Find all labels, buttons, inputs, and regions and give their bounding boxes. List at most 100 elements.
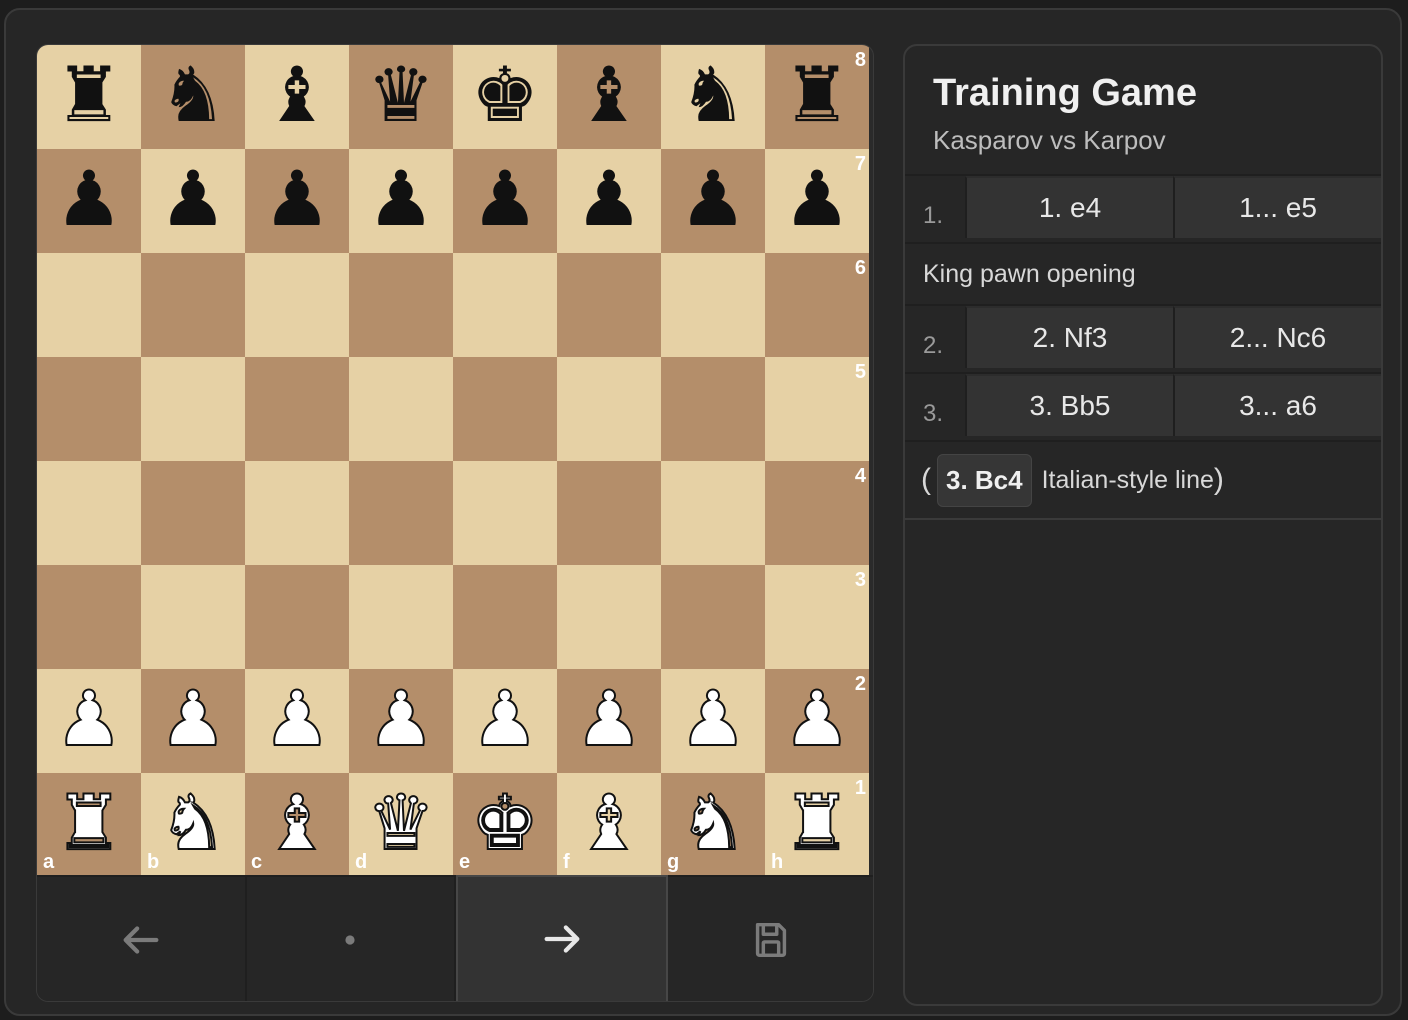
black-bishop-icon[interactable]: ♝	[575, 57, 643, 133]
black-pawn-icon[interactable]: ♟	[575, 161, 643, 237]
square-b2[interactable]: ♟	[141, 669, 245, 773]
square-b4[interactable]	[141, 461, 245, 565]
square-a4[interactable]	[37, 461, 141, 565]
square-h4[interactable]: 4	[765, 461, 869, 565]
white-move[interactable]: 2. Nf3	[965, 306, 1173, 368]
square-g7[interactable]: ♟	[661, 149, 765, 253]
square-a8[interactable]: ♜	[37, 45, 141, 149]
square-c3[interactable]	[245, 565, 349, 669]
square-h6[interactable]: 6	[765, 253, 869, 357]
black-king-icon[interactable]: ♚	[471, 57, 539, 133]
square-d5[interactable]	[349, 357, 453, 461]
square-g6[interactable]	[661, 253, 765, 357]
square-h2[interactable]: ♟ 2	[765, 669, 869, 773]
square-a3[interactable]	[37, 565, 141, 669]
square-b7[interactable]: ♟	[141, 149, 245, 253]
white-pawn-icon[interactable]: ♟	[158, 680, 228, 758]
square-g2[interactable]: ♟	[661, 669, 765, 773]
white-pawn-icon[interactable]: ♟	[678, 680, 748, 758]
square-f8[interactable]: ♝	[557, 45, 661, 149]
black-queen-icon[interactable]: ♛	[367, 57, 435, 133]
square-d7[interactable]: ♟	[349, 149, 453, 253]
square-h3[interactable]: 3	[765, 565, 869, 669]
square-b6[interactable]	[141, 253, 245, 357]
white-queen-icon[interactable]: ♛	[366, 784, 436, 862]
white-bishop-icon[interactable]: ♝	[574, 784, 644, 862]
white-pawn-icon[interactable]: ♟	[366, 680, 436, 758]
white-pawn-icon[interactable]: ♟	[54, 680, 124, 758]
square-b8[interactable]: ♞	[141, 45, 245, 149]
black-pawn-icon[interactable]: ♟	[263, 161, 331, 237]
black-pawn-icon[interactable]: ♟	[783, 161, 851, 237]
black-move[interactable]: 1... e5	[1173, 176, 1381, 238]
square-c2[interactable]: ♟	[245, 669, 349, 773]
start-position-button[interactable]	[246, 875, 456, 1001]
square-e6[interactable]	[453, 253, 557, 357]
square-h1[interactable]: ♜ 1 h	[765, 773, 869, 877]
square-c1[interactable]: ♝ c	[245, 773, 349, 877]
square-e3[interactable]	[453, 565, 557, 669]
white-king-icon[interactable]: ♚	[470, 784, 540, 862]
square-d6[interactable]	[349, 253, 453, 357]
white-pawn-icon[interactable]: ♟	[574, 680, 644, 758]
square-b5[interactable]	[141, 357, 245, 461]
square-a6[interactable]	[37, 253, 141, 357]
black-pawn-icon[interactable]: ♟	[367, 161, 435, 237]
square-f3[interactable]	[557, 565, 661, 669]
square-b1[interactable]: ♞ b	[141, 773, 245, 877]
black-pawn-icon[interactable]: ♟	[679, 161, 747, 237]
square-f7[interactable]: ♟	[557, 149, 661, 253]
square-f1[interactable]: ♝ f	[557, 773, 661, 877]
square-e4[interactable]	[453, 461, 557, 565]
white-knight-icon[interactable]: ♞	[678, 784, 748, 862]
square-e5[interactable]	[453, 357, 557, 461]
previous-move-button[interactable]	[37, 875, 247, 1001]
variation-move[interactable]: 3. Bc4	[937, 453, 1032, 507]
white-knight-icon[interactable]: ♞	[158, 784, 228, 862]
square-h5[interactable]: 5	[765, 357, 869, 461]
save-button[interactable]	[667, 875, 873, 1001]
black-rook-icon[interactable]: ♜	[55, 57, 123, 133]
square-f6[interactable]	[557, 253, 661, 357]
square-a7[interactable]: ♟	[37, 149, 141, 253]
square-g8[interactable]: ♞	[661, 45, 765, 149]
black-move[interactable]: 2... Nc6	[1173, 306, 1381, 368]
square-d2[interactable]: ♟	[349, 669, 453, 773]
black-bishop-icon[interactable]: ♝	[263, 57, 331, 133]
black-knight-icon[interactable]: ♞	[159, 57, 227, 133]
square-a5[interactable]	[37, 357, 141, 461]
square-f5[interactable]	[557, 357, 661, 461]
square-g3[interactable]	[661, 565, 765, 669]
white-rook-icon[interactable]: ♜	[54, 784, 124, 862]
white-move[interactable]: 1. e4	[965, 176, 1173, 238]
black-pawn-icon[interactable]: ♟	[471, 161, 539, 237]
square-e8[interactable]: ♚	[453, 45, 557, 149]
white-move[interactable]: 3. Bb5	[965, 374, 1173, 436]
square-e7[interactable]: ♟	[453, 149, 557, 253]
square-c5[interactable]	[245, 357, 349, 461]
square-f2[interactable]: ♟	[557, 669, 661, 773]
white-rook-icon[interactable]: ♜	[782, 784, 852, 862]
square-d4[interactable]	[349, 461, 453, 565]
black-knight-icon[interactable]: ♞	[679, 57, 747, 133]
square-h7[interactable]: ♟ 7	[765, 149, 869, 253]
chessboard[interactable]: ♜ ♞ ♝ ♛ ♚ ♝ ♞ ♜ 8 ♟ ♟ ♟ ♟ ♟ ♟ ♟ ♟ 7 6 5 4 3 ♟ ♟ ♟ ♟ ♟ ♟ ♟ ♟ 2 ♜ a ♞ b ♝ c ♛ d ♚…	[37, 45, 869, 877]
square-e2[interactable]: ♟	[453, 669, 557, 773]
black-pawn-icon[interactable]: ♟	[55, 161, 123, 237]
white-pawn-icon[interactable]: ♟	[262, 680, 332, 758]
square-h8[interactable]: ♜ 8	[765, 45, 869, 149]
next-move-button[interactable]	[456, 875, 668, 1001]
square-a1[interactable]: ♜ a	[37, 773, 141, 877]
square-a2[interactable]: ♟	[37, 669, 141, 773]
square-g5[interactable]	[661, 357, 765, 461]
black-rook-icon[interactable]: ♜	[783, 57, 851, 133]
square-d8[interactable]: ♛	[349, 45, 453, 149]
black-move[interactable]: 3... a6	[1173, 374, 1381, 436]
square-d3[interactable]	[349, 565, 453, 669]
square-b3[interactable]	[141, 565, 245, 669]
square-g4[interactable]	[661, 461, 765, 565]
square-e1[interactable]: ♚ e	[453, 773, 557, 877]
square-f4[interactable]	[557, 461, 661, 565]
white-pawn-icon[interactable]: ♟	[470, 680, 540, 758]
square-g1[interactable]: ♞ g	[661, 773, 765, 877]
